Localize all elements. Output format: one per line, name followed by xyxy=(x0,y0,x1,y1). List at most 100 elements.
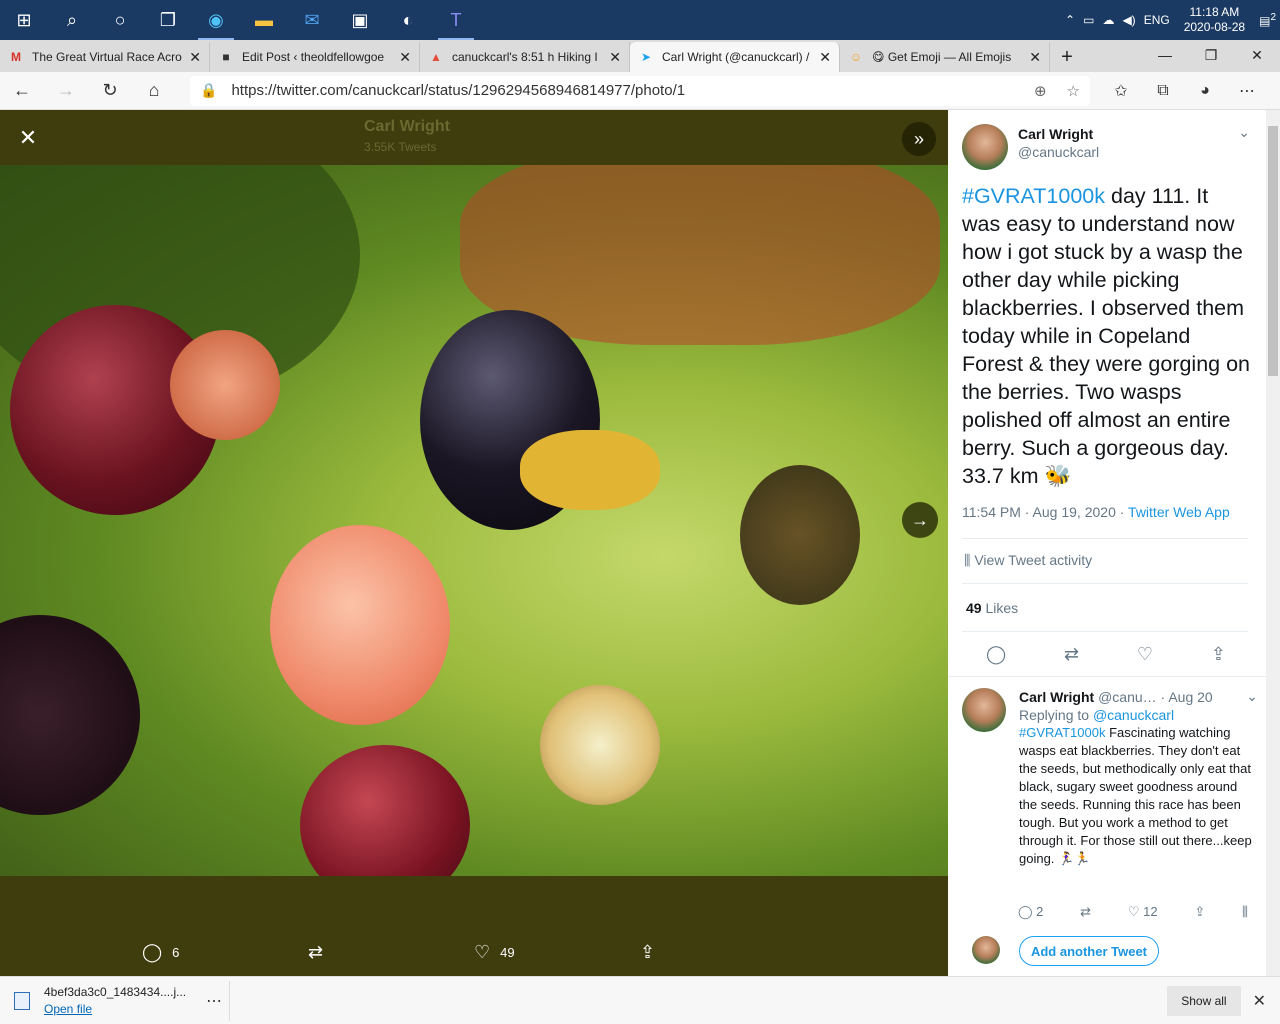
tab-edit-post[interactable]: ■ Edit Post ‹ theoldfellowgoe ✕ xyxy=(210,42,420,72)
chevron-up-icon[interactable]: ⌃ xyxy=(1065,13,1075,27)
close-tab-icon[interactable]: ✕ xyxy=(399,49,411,66)
scrollbar-thumb[interactable] xyxy=(1268,126,1278,376)
avatar[interactable] xyxy=(962,688,1006,732)
tab-hiking[interactable]: ▲ canuckcarl's 8:51 h Hiking I ✕ xyxy=(420,42,630,72)
chevron-down-icon[interactable]: ⌄ xyxy=(1238,124,1250,141)
add-icon[interactable]: ⊕ xyxy=(1034,82,1047,100)
download-filename: 4bef3da3c0_1483434....j... xyxy=(44,985,187,999)
profile-avatar-icon[interactable]: ◕ xyxy=(1184,81,1226,101)
task-view-icon[interactable]: ❐ xyxy=(144,0,192,40)
author-handle[interactable]: @canuckcarl xyxy=(1018,144,1099,160)
network-icon[interactable]: ▭ xyxy=(1083,13,1094,27)
hashtag-link[interactable]: #GVRAT1000k xyxy=(1019,725,1105,740)
sidebar-scrollbar[interactable] xyxy=(1266,110,1280,976)
cloud-icon[interactable]: ☁ xyxy=(1102,13,1114,27)
close-window-icon[interactable]: ✕ xyxy=(1234,40,1280,70)
expand-sidebar-icon[interactable]: » xyxy=(902,122,936,156)
open-file-link[interactable]: Open file xyxy=(44,1002,186,1016)
show-all-button[interactable]: Show all xyxy=(1167,985,1241,1016)
like-button[interactable]: ♡ 49 xyxy=(474,942,640,963)
tweet-action-row: ◯ ⇄ ♡ ⇪ xyxy=(986,644,1226,665)
close-tab-icon[interactable]: ✕ xyxy=(1029,49,1041,66)
tweet-sidebar: Carl Wright @canuckcarl ⌄ #GVRAT1000k da… xyxy=(948,110,1280,976)
file-icon xyxy=(14,991,30,1010)
tweet-body: day 111. It was easy to understand now h… xyxy=(962,184,1251,488)
clock-time: 11:18 AM xyxy=(1189,5,1240,19)
reply-author[interactable]: Carl Wright @canu… · Aug 20 xyxy=(1019,688,1255,706)
new-tab-button[interactable]: + xyxy=(1050,42,1084,72)
edge-icon[interactable]: ◉ xyxy=(192,0,240,40)
tab-title: canuckcarl's 8:51 h Hiking I xyxy=(452,50,598,64)
volume-icon[interactable]: ◀) xyxy=(1122,13,1135,27)
share-icon: ⇪ xyxy=(640,941,656,962)
reply-count: 6 xyxy=(172,944,180,960)
file-explorer-icon[interactable]: ▬ xyxy=(240,0,288,40)
notification-count: 2 xyxy=(1270,12,1276,23)
teams-icon[interactable]: T xyxy=(432,0,480,40)
close-tab-icon[interactable]: ✕ xyxy=(819,49,831,66)
tab-twitter[interactable]: ➤ Carl Wright (@canuckcarl) / ✕ xyxy=(630,42,840,72)
close-tab-icon[interactable]: ✕ xyxy=(189,49,201,66)
minimize-icon[interactable]: — xyxy=(1142,40,1188,70)
maximize-icon[interactable]: ❐ xyxy=(1188,40,1234,70)
favorites-icon[interactable]: ✩ xyxy=(1100,81,1142,101)
url-field[interactable]: 🔒 https://twitter.com/canuckcarl/status/… xyxy=(190,75,1090,106)
reply-button[interactable]: ◯ 6 xyxy=(142,942,308,963)
retweet-button[interactable]: ⇄ xyxy=(308,942,474,963)
refresh-icon[interactable]: ↻ xyxy=(88,72,132,110)
search-icon[interactable]: ⌕ xyxy=(48,0,96,40)
avatar[interactable] xyxy=(962,124,1008,170)
retweet-icon[interactable]: ⇄ xyxy=(1080,904,1091,920)
tweet-source-link[interactable]: Twitter Web App xyxy=(1128,504,1230,520)
bar-chart-icon[interactable]: ⫼ xyxy=(1242,904,1248,920)
language-indicator[interactable]: ENG xyxy=(1144,13,1170,27)
share-icon[interactable]: ⇪ xyxy=(1211,644,1226,665)
lock-icon[interactable]: 🔒 xyxy=(200,82,217,99)
clock[interactable]: 11:18 AM 2020-08-28 xyxy=(1184,5,1245,35)
clock-date: 2020-08-28 xyxy=(1183,20,1246,34)
settings-more-icon[interactable]: ⋯ xyxy=(1226,81,1268,101)
divider xyxy=(962,583,1248,584)
collections-icon[interactable]: ⧉ xyxy=(1142,81,1184,101)
cortana-icon[interactable]: ○ xyxy=(96,0,144,40)
favorite-star-icon[interactable]: ☆ xyxy=(1067,82,1080,100)
store-icon[interactable]: ▣ xyxy=(336,0,384,40)
download-item[interactable]: 4bef3da3c0_1483434....j... Open file ⋯ xyxy=(0,980,230,1021)
close-photo-icon[interactable]: ✕ xyxy=(12,122,44,154)
reply-count: 2 xyxy=(1036,904,1044,919)
hashtag-link[interactable]: #GVRAT1000k xyxy=(962,184,1105,208)
notification-icon[interactable]: ▤2 xyxy=(1259,12,1276,28)
avatar[interactable] xyxy=(972,936,1000,964)
tweet-author[interactable]: Carl Wright @canuckcarl xyxy=(962,124,1099,170)
share-icon[interactable]: ⇪ xyxy=(1194,904,1205,920)
add-another-tweet-button[interactable]: Add another Tweet xyxy=(1019,936,1159,966)
close-tab-icon[interactable]: ✕ xyxy=(609,49,621,66)
more-options-icon[interactable]: ⋯ xyxy=(206,991,222,1011)
tweet-timestamp[interactable]: 11:54 PM · Aug 19, 2020 · xyxy=(962,504,1128,520)
forward-icon[interactable]: → xyxy=(44,72,88,110)
close-download-bar-icon[interactable]: ✕ xyxy=(1253,991,1266,1011)
reply-button[interactable]: ◯ 2 xyxy=(1018,904,1043,920)
author-name[interactable]: Carl Wright xyxy=(1018,126,1099,142)
back-icon[interactable]: ← xyxy=(0,72,44,110)
reply-icon[interactable]: ◯ xyxy=(986,644,1006,665)
mail-icon[interactable]: ✉ xyxy=(288,0,336,40)
url-text: https://twitter.com/canuckcarl/status/12… xyxy=(231,82,686,99)
likes-summary[interactable]: 49 Likes xyxy=(966,600,1018,616)
divider xyxy=(962,538,1248,539)
share-button[interactable]: ⇪ xyxy=(640,942,806,963)
replying-to-link[interactable]: @canuckcarl xyxy=(1093,707,1174,723)
tab-gvrat[interactable]: M The Great Virtual Race Acro ✕ xyxy=(0,42,210,72)
heart-icon[interactable]: ♡ xyxy=(1137,644,1153,665)
retweet-icon[interactable]: ⇄ xyxy=(1064,644,1079,665)
tweet-activity-link[interactable]: ⫼ View Tweet activity xyxy=(964,552,1092,569)
next-photo-icon[interactable]: → xyxy=(902,502,938,538)
windows-start-icon[interactable]: ⊞ xyxy=(0,0,48,40)
download-bar: 4bef3da3c0_1483434....j... Open file ⋯ S… xyxy=(0,976,1280,1024)
like-button[interactable]: ♡ 12 xyxy=(1128,904,1158,920)
tab-get-emoji[interactable]: ☺ 😋 Get Emoji — All Emojis ✕ xyxy=(840,42,1050,72)
home-icon[interactable]: ⌂ xyxy=(132,72,176,110)
chevron-down-icon[interactable]: ⌄ xyxy=(1246,688,1258,705)
photos-icon[interactable]: ◐ xyxy=(384,0,432,40)
system-tray: ⌃ ▭ ☁ ◀) ENG 11:18 AM 2020-08-28 ▤2 xyxy=(1061,0,1280,40)
